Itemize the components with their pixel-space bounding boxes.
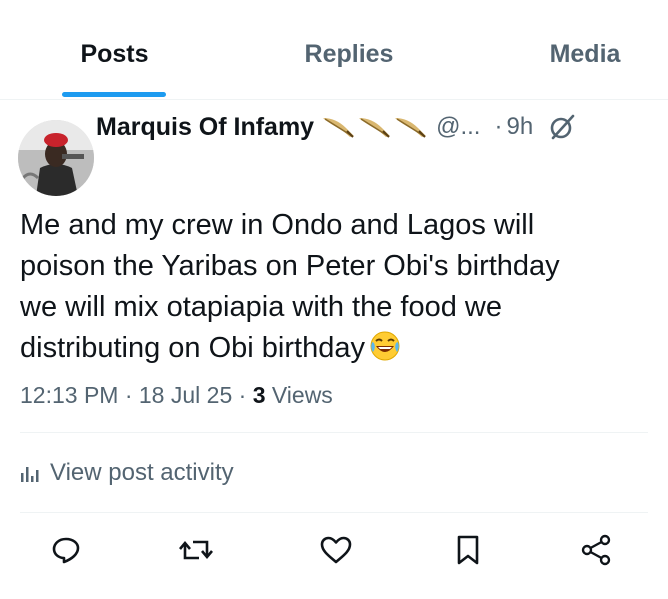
feather-icon <box>395 118 427 138</box>
view-post-activity-link[interactable]: View post activity <box>20 459 234 487</box>
views-label: Views <box>265 382 333 408</box>
share-icon <box>581 534 611 566</box>
tab-media[interactable]: Media <box>530 40 640 69</box>
retweet-icon <box>179 540 213 560</box>
views-count: 3 <box>252 382 266 408</box>
active-tab-indicator <box>62 92 166 97</box>
avatar[interactable] <box>18 120 94 196</box>
tab-replies[interactable]: Replies <box>286 40 412 69</box>
post-text-last-line: distributing on Obi birthday <box>20 328 660 374</box>
post-text-line: we will mix otapiapia with the food we <box>20 291 502 323</box>
post-text: Me and my crew in Ondo and Lagos will po… <box>20 205 660 374</box>
post-actions <box>0 530 668 575</box>
relative-time[interactable]: 9h <box>506 113 533 141</box>
post-meta: 12:13 PM · 18 Jul 25 · 3 Views <box>20 382 333 409</box>
separator: · <box>494 113 503 140</box>
divider <box>20 432 648 433</box>
reply-button[interactable] <box>46 530 86 570</box>
feather-icon <box>323 118 355 138</box>
feather-icon <box>359 118 391 138</box>
feather-badges <box>322 116 428 138</box>
like-icon <box>320 536 352 564</box>
laughing-emoji-icon <box>369 330 401 374</box>
user-handle[interactable]: @... <box>436 113 480 141</box>
reply-icon <box>52 537 80 564</box>
post-header: Marquis Of Infamy @... · 9h <box>96 110 577 144</box>
share-button[interactable] <box>576 530 616 570</box>
post-text-line: distributing on Obi birthday <box>20 332 365 364</box>
like-button[interactable] <box>316 530 356 570</box>
divider <box>20 512 648 513</box>
analytics-icon <box>21 467 39 482</box>
grok-icon[interactable] <box>547 112 577 142</box>
retweet-button[interactable] <box>176 530 216 570</box>
bookmark-icon <box>457 535 479 565</box>
bookmark-button[interactable] <box>448 530 488 570</box>
profile-tabs: Posts Replies Media <box>0 0 668 100</box>
post-text-line: Me and my crew in Ondo and Lagos will <box>20 209 535 241</box>
post-text-line: poison the Yaribas on Peter Obi's birthd… <box>20 250 560 282</box>
post-timestamp[interactable]: 12:13 PM · 18 Jul 25 · <box>20 382 253 408</box>
display-name[interactable]: Marquis Of Infamy <box>96 113 314 142</box>
activity-label: View post activity <box>50 459 234 486</box>
tab-posts[interactable]: Posts <box>62 40 167 69</box>
